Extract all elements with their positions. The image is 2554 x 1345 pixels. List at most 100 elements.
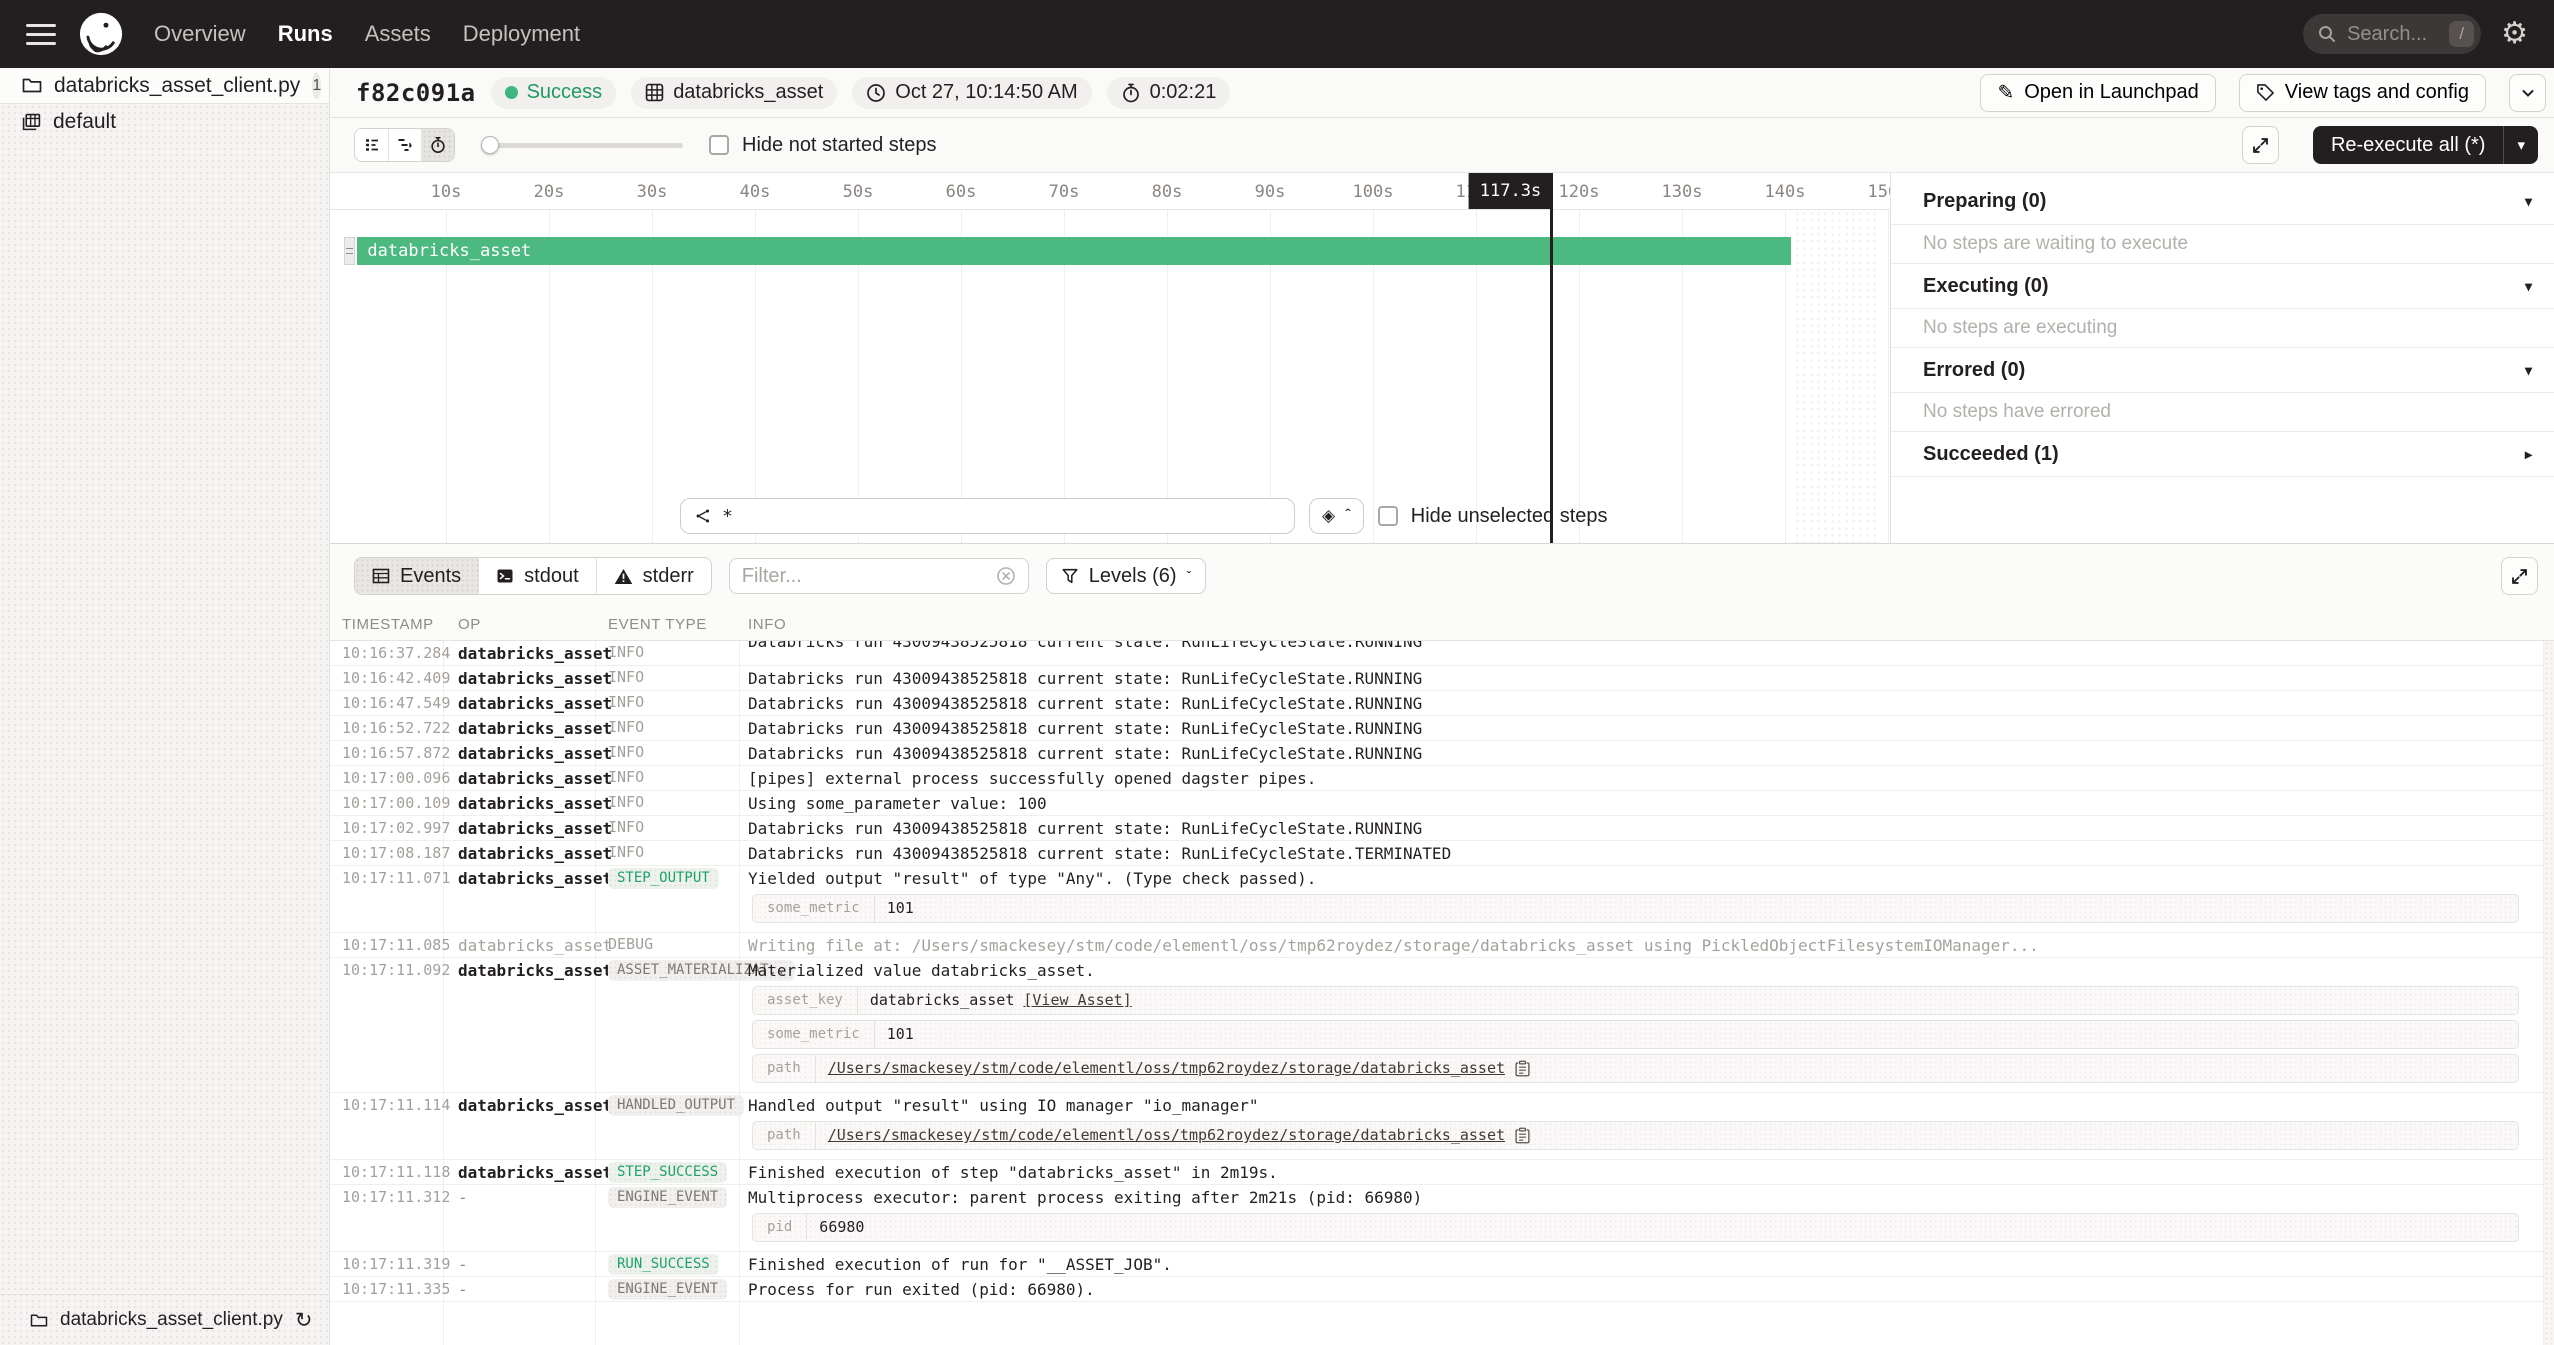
log-timestamp[interactable]: 10:17:11.335 bbox=[330, 1277, 444, 1301]
log-timestamp[interactable]: 10:17:11.071 bbox=[330, 866, 444, 932]
log-row[interactable]: 10:17:11.092databricks_assetASSET_MATERI… bbox=[330, 958, 2543, 1093]
hide-not-started-checkbox[interactable]: Hide not started steps bbox=[709, 134, 937, 157]
search-input[interactable]: Search... / bbox=[2303, 14, 2481, 54]
log-timestamp[interactable]: 10:16:37.284 bbox=[330, 641, 444, 665]
zoom-slider-knob[interactable] bbox=[481, 136, 499, 154]
nav-item-overview[interactable]: Overview bbox=[154, 21, 246, 47]
log-timestamp[interactable]: 10:17:11.092 bbox=[330, 958, 444, 1092]
event-type-badge: ENGINE_EVENT bbox=[608, 1187, 727, 1208]
asset-pill[interactable]: databricks_asset bbox=[631, 77, 837, 109]
nav-item-runs[interactable]: Runs bbox=[278, 21, 333, 47]
log-row[interactable]: 10:16:52.722databricks_assetINFODatabric… bbox=[330, 716, 2543, 741]
log-op: databricks_asset bbox=[444, 1093, 596, 1159]
log-filter-input[interactable]: Filter... bbox=[729, 558, 1029, 594]
log-row[interactable]: 10:17:08.187databricks_assetINFODatabric… bbox=[330, 841, 2543, 866]
start-time-pill: Oct 27, 10:14:50 AM bbox=[852, 77, 1091, 109]
log-message: Writing file at: /Users/smackesey/stm/co… bbox=[748, 935, 2533, 956]
log-fullscreen-button[interactable] bbox=[2501, 557, 2538, 595]
gear-icon[interactable]: ⚙ bbox=[2501, 19, 2528, 49]
levels-dropdown[interactable]: Levels (6) ˇ bbox=[1046, 558, 1206, 594]
scrollbar-track[interactable] bbox=[2543, 641, 2554, 1345]
hide-unselected-checkbox[interactable]: Hide unselected steps bbox=[1378, 505, 1608, 528]
log-op: databricks_asset bbox=[444, 666, 596, 690]
log-timestamp[interactable]: 10:17:11.319 bbox=[330, 1252, 444, 1276]
log-row[interactable]: 10:16:42.409databricks_assetINFODatabric… bbox=[330, 666, 2543, 691]
dagster-logo-icon[interactable] bbox=[78, 11, 124, 57]
copy-icon[interactable] bbox=[1514, 1127, 1531, 1144]
gantt-fullscreen-button[interactable] bbox=[2242, 126, 2279, 164]
log-row[interactable]: 10:17:11.085databricks_assetDEBUGWriting… bbox=[330, 933, 2543, 958]
tab-stderr[interactable]: stderr bbox=[596, 558, 711, 594]
tab-events[interactable]: Events bbox=[355, 558, 478, 594]
log-timestamp[interactable]: 10:16:57.872 bbox=[330, 741, 444, 765]
log-timestamp[interactable]: 10:17:02.997 bbox=[330, 816, 444, 840]
zoom-slider[interactable] bbox=[481, 135, 683, 155]
log-op: databricks_asset bbox=[444, 816, 596, 840]
nav-item-deployment[interactable]: Deployment bbox=[463, 21, 580, 47]
path-link[interactable]: /Users/smackesey/stm/code/elementl/oss/t… bbox=[828, 1058, 1505, 1079]
selector-options-button[interactable]: ◈ ˆ bbox=[1309, 498, 1364, 534]
log-timestamp[interactable]: 10:16:47.549 bbox=[330, 691, 444, 715]
metadata-key: some_metric bbox=[753, 1021, 875, 1048]
chevron-down-icon bbox=[2520, 85, 2536, 101]
reexecute-all-button[interactable]: Re-execute all (*) ▾ bbox=[2313, 126, 2538, 164]
sidebar-item-job-default[interactable]: default bbox=[0, 104, 329, 140]
event-type-text: INFO bbox=[608, 743, 644, 761]
reload-icon[interactable]: ↻ bbox=[295, 1308, 313, 1333]
log-timestamp[interactable]: 10:16:42.409 bbox=[330, 666, 444, 690]
log-table-header: TIMESTAMP OP EVENT TYPE INFO bbox=[330, 608, 2554, 641]
log-timestamp[interactable]: 10:17:11.118 bbox=[330, 1160, 444, 1184]
hamburger-menu-icon[interactable] bbox=[26, 24, 56, 45]
log-timestamp[interactable]: 10:17:00.109 bbox=[330, 791, 444, 815]
log-row[interactable]: 10:16:37.284databricks_assetINFODatabric… bbox=[330, 641, 2543, 666]
log-tabs: Eventsstdoutstderr bbox=[354, 557, 712, 595]
column-header-op[interactable]: OP bbox=[444, 616, 596, 633]
log-timestamp[interactable]: 10:17:11.085 bbox=[330, 933, 444, 957]
tab-stdout[interactable]: stdout bbox=[478, 558, 595, 594]
path-link[interactable]: /Users/smackesey/stm/code/elementl/oss/t… bbox=[828, 1125, 1505, 1146]
nav-item-assets[interactable]: Assets bbox=[365, 21, 431, 47]
view-tags-config-button[interactable]: View tags and config bbox=[2239, 74, 2486, 112]
log-row[interactable]: 10:16:47.549databricks_assetINFODatabric… bbox=[330, 691, 2543, 716]
log-row[interactable]: 10:17:02.997databricks_assetINFODatabric… bbox=[330, 816, 2543, 841]
step-selector-input[interactable]: * bbox=[680, 498, 1295, 534]
gantt-bar-databricks-asset[interactable]: databricks_asset bbox=[357, 237, 1791, 265]
log-row[interactable]: 10:17:11.319-RUN_SUCCESSFinished executi… bbox=[330, 1252, 2543, 1277]
panel-section-empty-text: No steps are executing bbox=[1891, 309, 2554, 348]
column-header-timestamp[interactable]: TIMESTAMP bbox=[330, 616, 444, 633]
log-row[interactable]: 10:17:11.114databricks_assetHANDLED_OUTP… bbox=[330, 1093, 2543, 1160]
panel-section-header[interactable]: Errored (0)▾ bbox=[1891, 348, 2554, 393]
panel-section-header[interactable]: Executing (0)▾ bbox=[1891, 264, 2554, 309]
timed-view-icon[interactable] bbox=[421, 129, 454, 161]
flat-view-icon[interactable] bbox=[355, 129, 388, 161]
bar-drag-handle[interactable] bbox=[344, 237, 355, 265]
panel-section-header[interactable]: Preparing (0)▾ bbox=[1891, 173, 2554, 225]
column-header-info[interactable]: INFO bbox=[740, 616, 2554, 633]
copy-icon[interactable] bbox=[1514, 1060, 1531, 1077]
log-row[interactable]: 10:17:11.118databricks_assetSTEP_SUCCESS… bbox=[330, 1160, 2543, 1185]
log-row[interactable]: 10:17:00.109databricks_assetINFOUsing so… bbox=[330, 791, 2543, 816]
time-marker-line[interactable] bbox=[1550, 173, 1553, 543]
open-in-launchpad-button[interactable]: ✎ Open in Launchpad bbox=[1980, 74, 2215, 112]
log-timestamp[interactable]: 10:17:11.312 bbox=[330, 1185, 444, 1251]
sidebar-item-code-location[interactable]: databricks_asset_client.py 1 bbox=[0, 68, 329, 104]
log-timestamp[interactable]: 10:17:11.114 bbox=[330, 1093, 444, 1159]
log-timestamp[interactable]: 10:17:00.096 bbox=[330, 766, 444, 790]
log-timestamp[interactable]: 10:17:08.187 bbox=[330, 841, 444, 865]
op-text: databricks_asset bbox=[458, 669, 612, 688]
run-actions-dropdown-button[interactable] bbox=[2509, 74, 2546, 112]
log-timestamp[interactable]: 10:16:52.722 bbox=[330, 716, 444, 740]
chevron-down-icon[interactable]: ▾ bbox=[2504, 136, 2538, 154]
log-row[interactable]: 10:17:11.335-ENGINE_EVENTProcess for run… bbox=[330, 1277, 2543, 1302]
panel-section-header[interactable]: Succeeded (1)▸ bbox=[1891, 432, 2554, 477]
log-row[interactable]: 10:16:57.872databricks_assetINFODatabric… bbox=[330, 741, 2543, 766]
op-text: - bbox=[458, 1255, 468, 1274]
log-row[interactable]: 10:17:00.096databricks_assetINFO[pipes] … bbox=[330, 766, 2543, 791]
clear-filter-icon[interactable] bbox=[996, 566, 1016, 586]
waterfall-view-icon[interactable] bbox=[388, 129, 421, 161]
column-header-event-type[interactable]: EVENT TYPE bbox=[596, 616, 740, 633]
log-row[interactable]: 10:17:11.312-ENGINE_EVENTMultiprocess ex… bbox=[330, 1185, 2543, 1252]
log-row[interactable]: 10:17:11.071databricks_assetSTEP_OUTPUTY… bbox=[330, 866, 2543, 933]
panel-section-empty-text: No steps are waiting to execute bbox=[1891, 225, 2554, 264]
view-asset-link[interactable]: [View Asset] bbox=[1023, 990, 1131, 1011]
